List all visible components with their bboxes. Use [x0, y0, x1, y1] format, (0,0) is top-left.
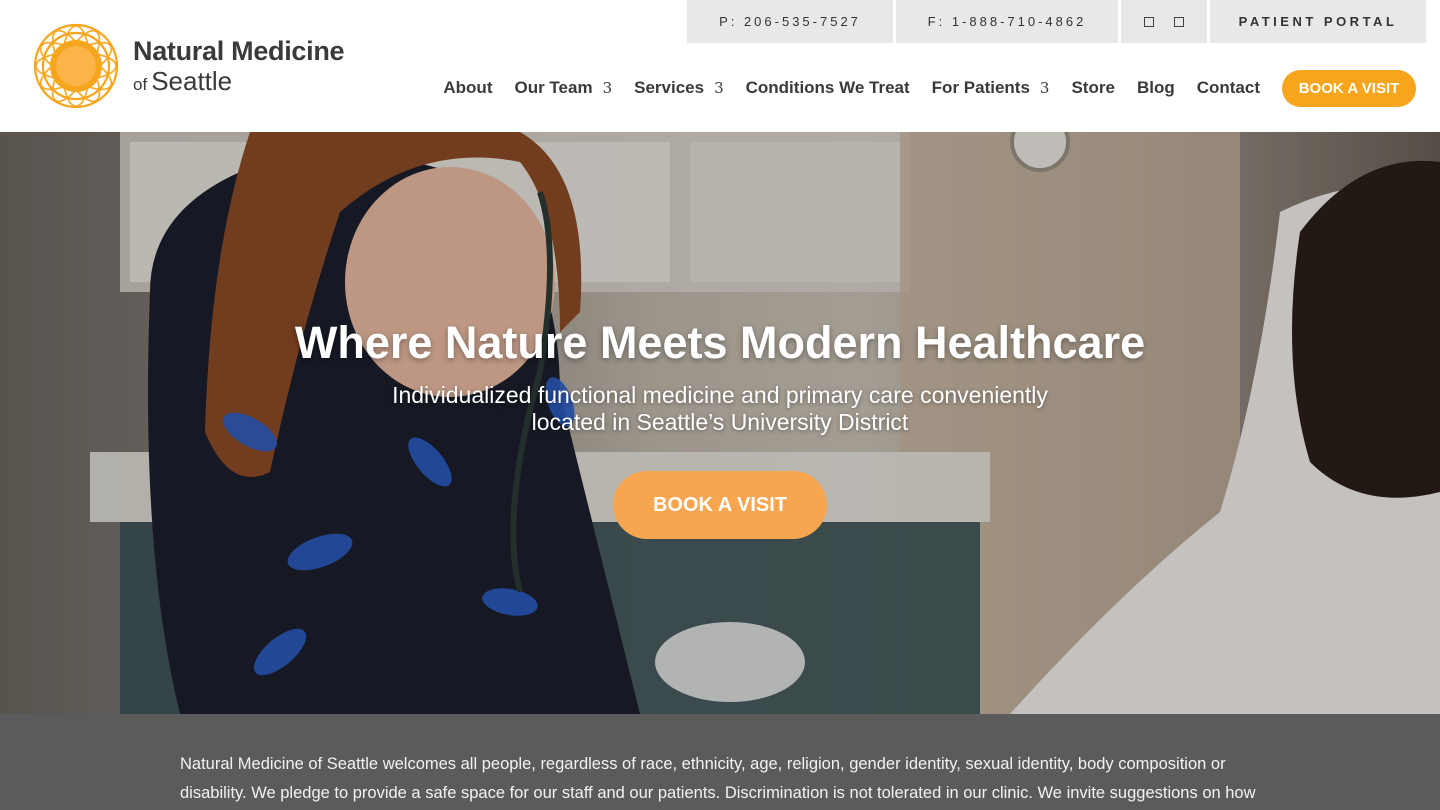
- patient-portal-link[interactable]: PATIENT PORTAL: [1210, 0, 1426, 43]
- nav-item-label: Blog: [1136, 78, 1175, 97]
- nav-item-label: Our Team: [514, 78, 593, 97]
- fax-number: F: 1-888-710-4862: [896, 0, 1118, 43]
- social-links: [1121, 0, 1207, 43]
- logo-wordmark: Natural Medicine of Seattle: [133, 36, 345, 95]
- hero-subtitle: Individualized functional medicine and p…: [392, 382, 1048, 435]
- site-logo[interactable]: Natural Medicine of Seattle: [31, 22, 345, 110]
- nav-item-label: Services: [634, 78, 705, 97]
- nav-item-blog[interactable]: Blog: [1137, 78, 1175, 98]
- hero-title: Where Nature Meets Modern Healthcare: [294, 317, 1146, 368]
- chevron-down-icon: 3: [1039, 79, 1050, 97]
- nav-item-label: Store: [1071, 78, 1115, 97]
- nav-item-store[interactable]: Store: [1071, 78, 1114, 98]
- nav-item-about[interactable]: About: [443, 78, 492, 98]
- main-nav: About Our Team 3 Services 3 Conditions We …: [421, 69, 1416, 107]
- nav-item-services[interactable]: Services 3: [634, 78, 724, 98]
- phone-link[interactable]: P: 206-535-7527: [687, 0, 893, 43]
- nav-item-for-patients[interactable]: For Patients 3: [932, 78, 1050, 98]
- logo-seattle: Seattle: [151, 66, 233, 96]
- nav-item-label: About: [443, 78, 493, 97]
- inclusion-notice-text: Natural Medicine of Seattle welcomes all…: [180, 755, 1256, 802]
- inclusion-notice: Natural Medicine of Seattle welcomes all…: [0, 714, 1440, 810]
- book-visit-nav-button[interactable]: BOOK A VISIT: [1282, 69, 1416, 107]
- chevron-down-icon: 3: [602, 79, 613, 97]
- nav-item-label: Contact: [1196, 78, 1260, 97]
- nav-item-label: For Patients: [931, 78, 1030, 97]
- logo-of: of: [133, 75, 148, 94]
- sun-logo-icon: [33, 23, 119, 109]
- facebook-icon[interactable]: [1144, 16, 1154, 27]
- chevron-down-icon: 3: [714, 79, 724, 97]
- nav-item-conditions[interactable]: Conditions We Treat: [746, 78, 910, 98]
- nav-item-label: Conditions We Treat: [745, 78, 910, 97]
- instagram-icon[interactable]: [1174, 16, 1184, 27]
- nav-item-contact[interactable]: Contact: [1197, 78, 1260, 98]
- hero-section: Where Nature Meets Modern Healthcare Ind…: [0, 132, 1440, 714]
- nav-item-our-team[interactable]: Our Team 3: [514, 78, 612, 98]
- logo-line1: Natural Medicine: [133, 36, 345, 66]
- utility-bar: P: 206-535-7527 F: 1-888-710-4862 PATIEN…: [687, 0, 1426, 43]
- book-visit-hero-button[interactable]: BOOK A VISIT: [613, 471, 827, 539]
- logo-line2: of Seattle: [133, 68, 344, 94]
